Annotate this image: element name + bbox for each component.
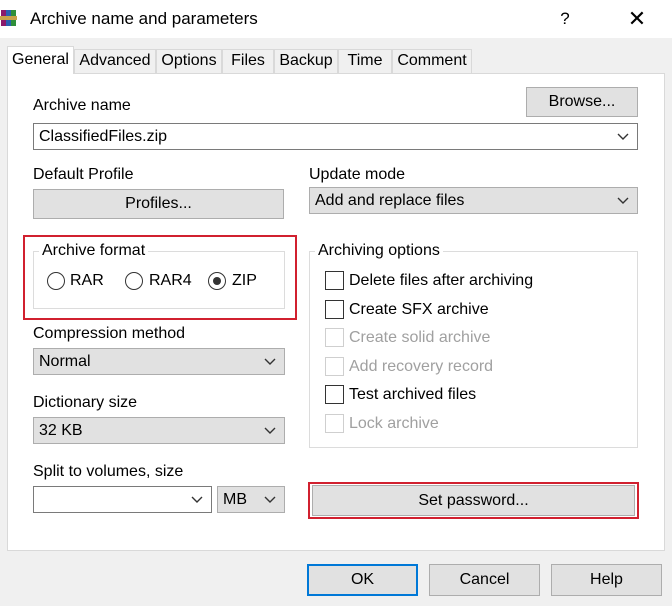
chevron-down-icon <box>264 358 276 365</box>
title-bar: Archive name and parameters ? ✕ <box>0 0 672 38</box>
add-recovery-label: Add recovery record <box>349 358 494 375</box>
chevron-down-icon[interactable] <box>617 133 629 141</box>
split-volumes-label: Split to volumes, size <box>33 463 184 480</box>
checkbox-add-recovery <box>325 357 344 376</box>
dictionary-size-select[interactable]: 32 KB <box>33 417 285 444</box>
browse-button[interactable]: Browse... <box>526 87 638 117</box>
tab-time[interactable]: Time <box>338 49 392 73</box>
checkbox-create-solid <box>325 328 344 347</box>
tab-advanced[interactable]: Advanced <box>74 49 156 73</box>
update-mode-select[interactable]: Add and replace files <box>309 187 638 214</box>
compression-method-value: Normal <box>39 353 91 370</box>
test-archived-label[interactable]: Test archived files <box>349 386 476 404</box>
help-button[interactable]: Help <box>551 564 662 596</box>
highlight-set-password <box>308 482 639 519</box>
split-unit-value: MB <box>223 491 247 508</box>
create-solid-label: Create solid archive <box>349 329 491 346</box>
checkbox-delete-files[interactable] <box>325 271 344 290</box>
default-profile-label: Default Profile <box>33 166 134 183</box>
chevron-down-icon <box>617 197 629 204</box>
ok-button[interactable]: OK <box>307 564 418 596</box>
cancel-button[interactable]: Cancel <box>429 564 540 596</box>
chevron-down-icon <box>264 496 276 503</box>
compression-method-label: Compression method <box>33 325 186 342</box>
tab-general[interactable]: General <box>7 46 74 74</box>
dictionary-size-label: Dictionary size <box>33 394 138 411</box>
tab-files[interactable]: Files <box>222 49 274 73</box>
checkbox-lock-archive <box>325 414 344 433</box>
tab-backup[interactable]: Backup <box>274 49 338 73</box>
archive-name-input[interactable]: ClassifiedFiles.zip <box>33 123 638 150</box>
compression-method-select[interactable]: Normal <box>33 348 285 375</box>
highlight-archive-format <box>23 235 297 320</box>
winrar-icon <box>0 10 17 26</box>
archive-name-label: Archive name <box>33 97 131 114</box>
window-title: Archive name and parameters <box>30 9 258 28</box>
delete-files-label[interactable]: Delete files after archiving <box>349 272 533 290</box>
split-unit-select[interactable]: MB <box>217 486 285 513</box>
archive-name-value: ClassifiedFiles.zip <box>39 128 168 145</box>
split-volumes-input[interactable] <box>33 486 212 513</box>
dictionary-size-value: 32 KB <box>39 422 83 439</box>
checkbox-test-archived[interactable] <box>325 385 344 404</box>
update-mode-value: Add and replace files <box>315 192 465 209</box>
title-help-button[interactable]: ? <box>540 0 590 38</box>
archiving-options-title: Archiving options <box>315 242 443 260</box>
chevron-down-icon <box>264 427 276 434</box>
create-sfx-label[interactable]: Create SFX archive <box>349 301 489 319</box>
tab-comment[interactable]: Comment <box>392 49 472 73</box>
close-button[interactable]: ✕ <box>612 0 662 38</box>
checkbox-create-sfx[interactable] <box>325 300 344 319</box>
update-mode-label: Update mode <box>309 166 406 183</box>
profiles-button[interactable]: Profiles... <box>33 189 284 219</box>
tab-options[interactable]: Options <box>156 49 222 73</box>
chevron-down-icon[interactable] <box>191 496 203 504</box>
lock-archive-label: Lock archive <box>349 415 439 432</box>
